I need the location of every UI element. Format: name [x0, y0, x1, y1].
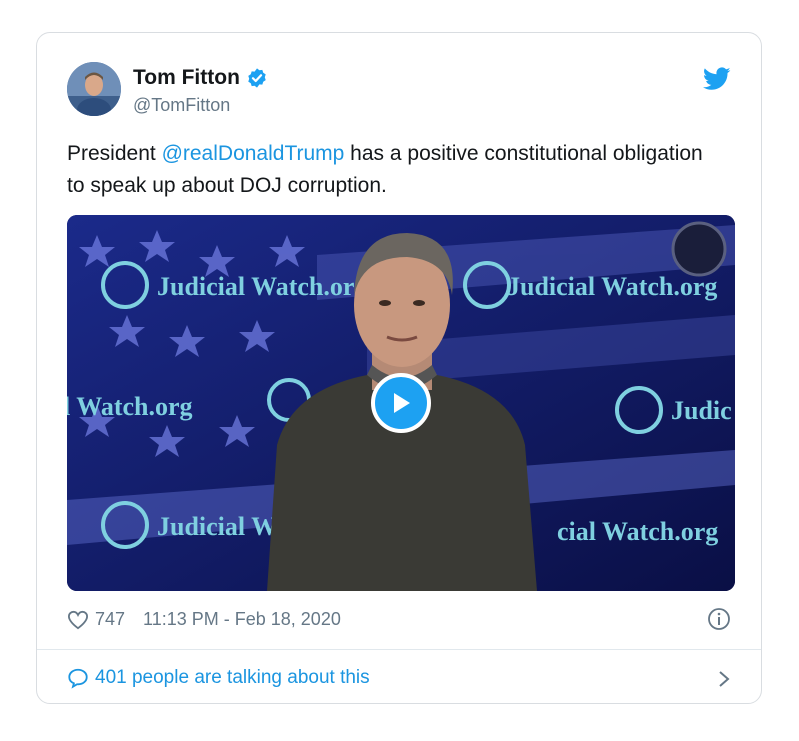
backdrop-text-3: l Watch.org	[67, 392, 193, 421]
scales-of-justice-logo	[671, 221, 727, 277]
play-button[interactable]	[371, 373, 431, 433]
like-count[interactable]: 747	[95, 609, 125, 630]
info-icon[interactable]	[707, 607, 731, 631]
twitter-bird-icon[interactable]	[703, 67, 731, 91]
backdrop-text-6: cial Watch.org	[557, 517, 718, 546]
conversation-link[interactable]: 401 people are talking about this	[67, 667, 731, 689]
verified-badge-icon	[248, 68, 266, 88]
divider	[37, 649, 761, 650]
tweet-text-start: President	[67, 142, 162, 165]
tweet-timestamp[interactable]: 11:13 PM - Feb 18, 2020	[143, 609, 341, 630]
tweet-meta: 747 11:13 PM - Feb 18, 2020	[67, 607, 731, 631]
avatar-image	[67, 62, 121, 116]
heart-icon[interactable]	[67, 610, 89, 630]
speech-bubble-icon	[68, 668, 88, 689]
backdrop-text-5: Judicial W	[157, 512, 277, 541]
chevron-right-icon[interactable]	[717, 669, 731, 689]
embedded-tweet-card: Tom Fitton @TomFitton President @realDon…	[36, 32, 762, 704]
avatar[interactable]	[67, 62, 121, 116]
video-player[interactable]: Judicial Watch.org Judicial Watch.org l …	[67, 215, 735, 591]
backdrop-text-4: Judic	[671, 396, 732, 425]
backdrop-text-2: Judicial Watch.org	[507, 272, 717, 301]
mention-link[interactable]: @realDonaldTrump	[162, 142, 345, 165]
author-handle[interactable]: @TomFitton	[133, 95, 230, 116]
play-icon	[394, 393, 410, 413]
tweet-text: President @realDonaldTrump has a positiv…	[67, 138, 707, 202]
author-name[interactable]: Tom Fitton	[133, 66, 240, 90]
backdrop-text-1: Judicial Watch.org	[157, 272, 367, 301]
conversation-text[interactable]: 401 people are talking about this	[95, 667, 370, 689]
